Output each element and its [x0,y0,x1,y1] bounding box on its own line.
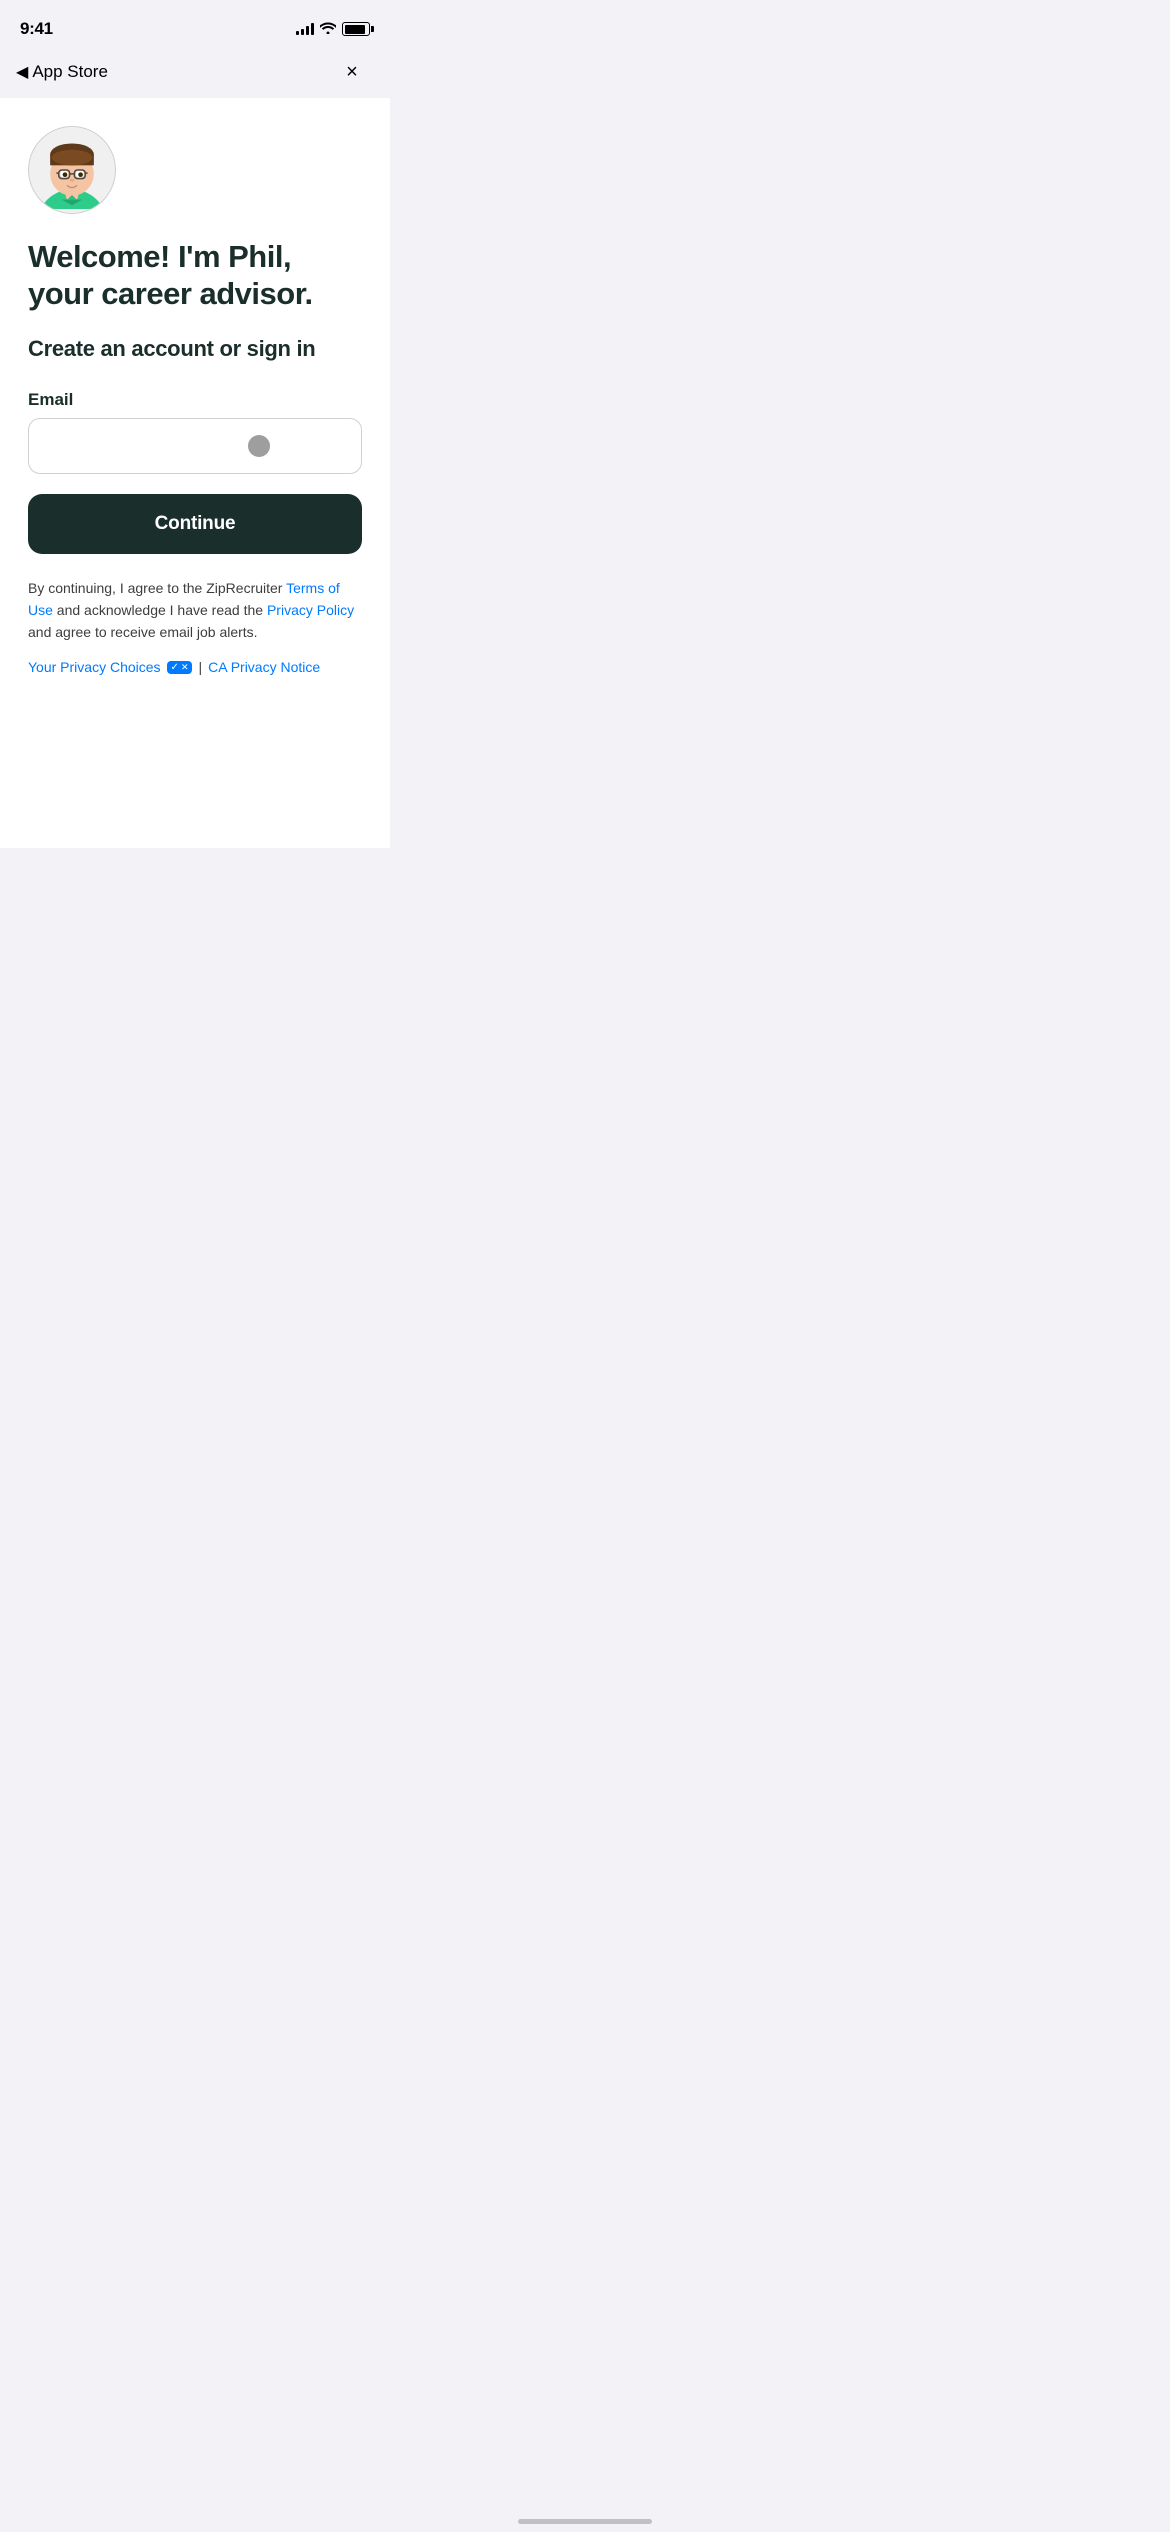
x-icon: ✕ [181,662,189,673]
email-label: Email [28,390,362,410]
welcome-title: Welcome! I'm Phil, your career advisor. [28,238,362,312]
legal-text: By continuing, I agree to the ZipRecruit… [28,578,362,643]
ca-privacy-notice-link[interactable]: CA Privacy Notice [208,659,320,675]
continue-button[interactable]: Continue [28,494,362,554]
back-button[interactable]: ◀ App Store [16,62,108,82]
privacy-divider: | [198,659,202,675]
avatar-image [33,131,111,209]
check-icon: ✓ [171,662,179,673]
privacy-policy-link[interactable]: Privacy Policy [267,602,354,618]
status-bar: 9:41 [0,0,390,50]
legal-suffix: and agree to receive email job alerts. [28,624,258,640]
back-label: App Store [32,62,108,82]
main-content: Welcome! I'm Phil, your career advisor. … [0,98,390,848]
privacy-choices-badge: ✓ ✕ [167,661,193,674]
email-input[interactable] [28,418,362,474]
close-button[interactable]: × [334,54,370,90]
battery-icon [342,22,370,36]
nav-bar: ◀ App Store × [0,50,390,98]
home-indicator [518,2519,652,2524]
status-icons [296,21,370,37]
status-time: 9:41 [20,19,53,39]
avatar [28,126,116,214]
email-input-wrapper [28,418,362,474]
signal-icon [296,23,314,35]
back-arrow-icon: ◀ [16,62,28,82]
legal-prefix: By continuing, I agree to the ZipRecruit… [28,580,286,596]
your-privacy-choices-link[interactable]: Your Privacy Choices [28,659,161,675]
privacy-links: Your Privacy Choices ✓ ✕ | CA Privacy No… [28,659,362,675]
close-icon: × [346,61,358,84]
create-account-subtitle: Create an account or sign in [28,336,362,362]
legal-middle: and acknowledge I have read the [53,602,267,618]
wifi-icon [320,21,336,37]
